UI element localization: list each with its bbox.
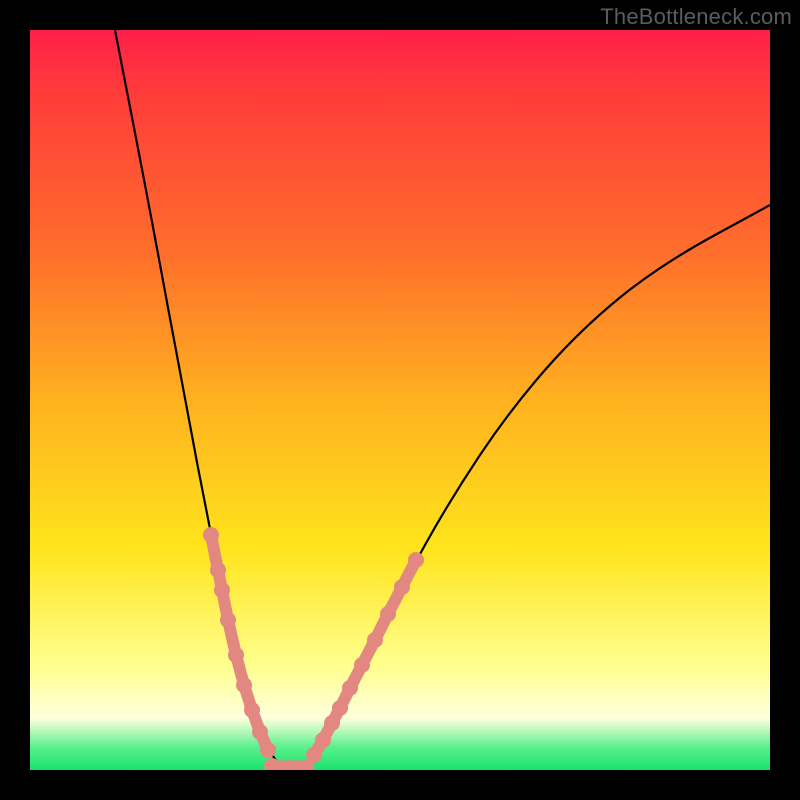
- watermark-text: TheBottleneck.com: [600, 4, 792, 30]
- data-marker: [260, 742, 276, 758]
- chart-container: TheBottleneck.com: [0, 0, 800, 800]
- marker-series-bottom: [264, 758, 314, 770]
- marker-series-left: [203, 527, 276, 758]
- chart-svg: [30, 30, 770, 770]
- plot-area: [30, 30, 770, 770]
- data-marker: [408, 552, 424, 568]
- curve-left: [115, 30, 282, 768]
- marker-series-right: [306, 552, 424, 763]
- curve-right: [304, 205, 770, 768]
